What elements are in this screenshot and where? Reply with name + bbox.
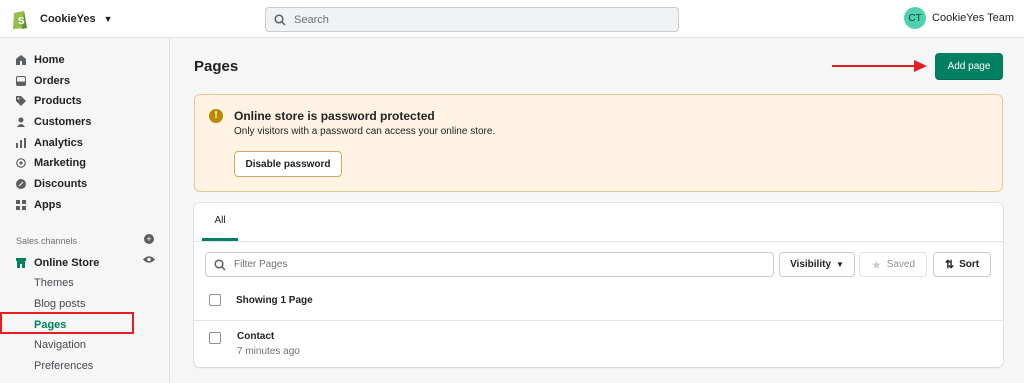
target-icon	[16, 158, 26, 168]
sidebar-subitem-preferences[interactable]: Preferences	[34, 360, 93, 372]
sidebar-item-products[interactable]: Products	[16, 95, 82, 107]
avatar: CT	[904, 7, 927, 29]
sidebar-item-label: Apps	[34, 199, 62, 211]
chevron-down-icon: ▼	[103, 14, 113, 24]
showing-count: Showing 1 Page	[236, 295, 313, 306]
tab-all[interactable]: All	[202, 203, 238, 241]
sort-button[interactable]: ⇅ Sort	[933, 252, 991, 277]
row-divider	[194, 320, 1003, 321]
tag-icon	[16, 96, 26, 106]
sidebar-item-label: Marketing	[34, 157, 86, 169]
sidebar-item-label: Customers	[34, 116, 92, 128]
sidebar-item-discounts[interactable]: Discounts	[16, 178, 87, 190]
annotation-arrow-icon	[832, 60, 927, 72]
sidebar-item-apps[interactable]: Apps	[16, 199, 62, 211]
svg-text:S: S	[18, 16, 25, 27]
store-icon	[16, 258, 26, 268]
top-bar: S CookieYes ▼ Search CT CookieYes Team	[0, 0, 1024, 38]
disable-password-button[interactable]: Disable password	[234, 151, 342, 177]
row-checkbox[interactable]	[209, 332, 221, 344]
filter-placeholder: Filter Pages	[234, 259, 288, 270]
page-row-title[interactable]: Contact	[237, 331, 274, 342]
user-menu[interactable]: CT CookieYes Team	[904, 7, 1014, 29]
search-icon	[274, 13, 286, 26]
sidebar-item-label: Orders	[34, 75, 71, 87]
person-icon	[17, 117, 25, 127]
search-input[interactable]: Search	[265, 7, 679, 32]
banner-title: Online store is password protected	[234, 109, 435, 123]
apps-icon	[16, 200, 26, 210]
sidebar-item-customers[interactable]: Customers	[16, 116, 91, 128]
warning-icon: !	[209, 109, 223, 123]
sidebar-subitem-blog-posts[interactable]: Blog posts	[34, 298, 85, 310]
filter-pages-input[interactable]: Filter Pages	[205, 252, 774, 277]
add-channel-icon[interactable]: +	[144, 234, 154, 244]
sidebar-item-analytics[interactable]: Analytics	[16, 137, 83, 149]
sidebar-item-label: Online Store	[34, 257, 100, 269]
search-icon	[214, 258, 226, 271]
pages-highlight-box	[0, 312, 134, 334]
user-name: CookieYes Team	[932, 12, 1014, 24]
banner-text: Only visitors with a password can access…	[234, 126, 496, 137]
search-placeholder: Search	[294, 13, 329, 26]
sidebar-item-label: Products	[34, 95, 82, 107]
store-switcher[interactable]: S CookieYes ▼	[10, 8, 113, 30]
sidebar-item-online-store[interactable]: Online Store	[16, 257, 99, 269]
home-icon	[16, 55, 26, 65]
sidebar-item-marketing[interactable]: Marketing	[16, 157, 86, 169]
bar-chart-icon	[16, 138, 26, 148]
store-name: CookieYes	[40, 13, 96, 25]
sidebar-item-label: Analytics	[34, 137, 83, 149]
sort-icon: ⇅	[944, 259, 955, 271]
pages-card: All Filter Pages Visibility ▼ ★ Saved ⇅ …	[194, 203, 1003, 367]
sidebar-item-label: Discounts	[34, 178, 88, 190]
orders-icon	[16, 76, 26, 86]
star-icon: ★	[870, 257, 882, 272]
select-all-checkbox[interactable]	[209, 294, 221, 306]
discount-icon	[16, 179, 26, 189]
sales-channels-label: Sales channels	[16, 236, 78, 246]
sidebar-item-home[interactable]: Home	[16, 54, 65, 66]
sidebar-item-label: Home	[34, 54, 65, 66]
visibility-label: Visibility	[790, 259, 832, 270]
password-banner: ! Online store is password protected Onl…	[194, 94, 1003, 192]
tab-divider	[194, 241, 1003, 242]
page-row-timestamp: 7 minutes ago	[237, 346, 300, 357]
saved-label: Saved	[886, 259, 916, 270]
add-page-button[interactable]: Add page	[935, 53, 1003, 80]
sidebar-item-orders[interactable]: Orders	[16, 75, 70, 87]
sidebar-subitem-themes[interactable]: Themes	[34, 277, 74, 289]
chevron-down-icon: ▼	[836, 260, 844, 269]
eye-icon[interactable]	[143, 255, 155, 267]
page-title: Pages	[194, 58, 239, 75]
saved-button[interactable]: ★ Saved	[859, 252, 927, 277]
shopify-logo-icon: S	[13, 11, 27, 29]
sidebar-subitem-navigation[interactable]: Navigation	[34, 339, 86, 351]
visibility-dropdown[interactable]: Visibility ▼	[779, 252, 855, 277]
sort-label: Sort	[959, 259, 980, 270]
